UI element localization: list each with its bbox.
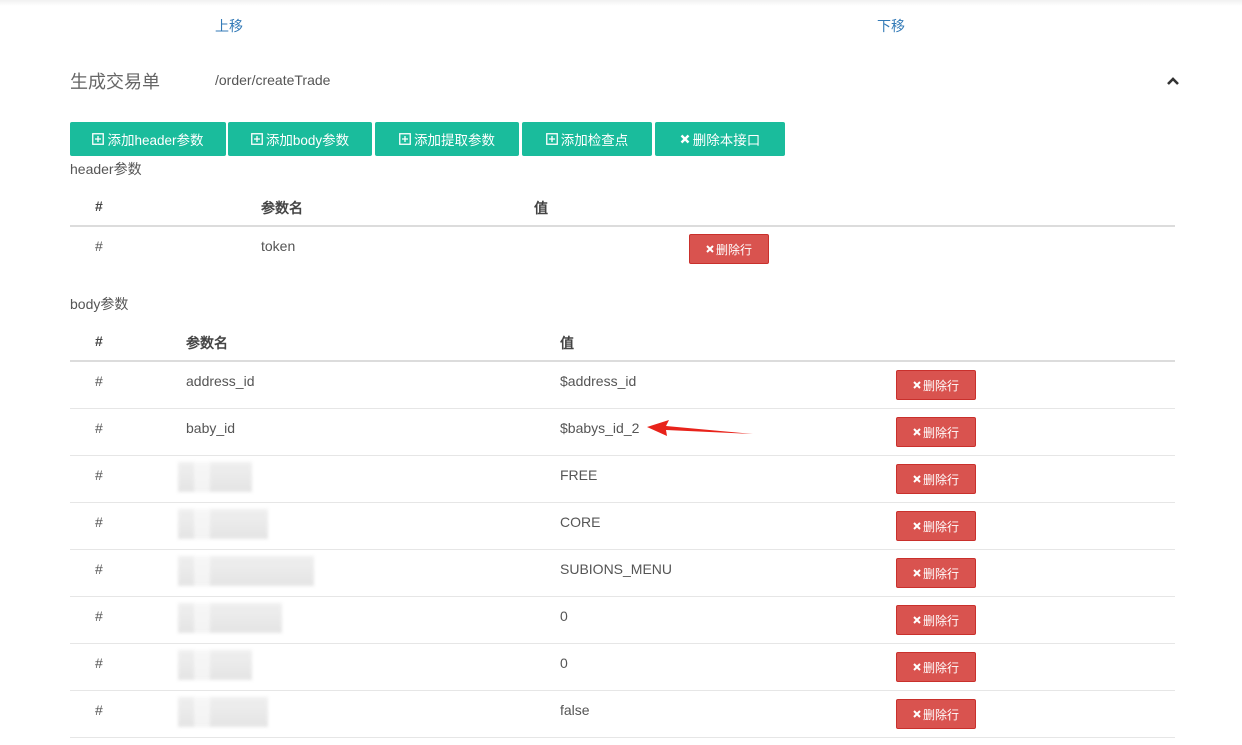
redacted-param-name xyxy=(178,650,252,680)
delete-row-label: 删除行 xyxy=(922,613,959,628)
row-index: # xyxy=(95,655,103,671)
add-extract-param-button[interactable]: 添加提取参数 xyxy=(375,122,519,156)
param-value: CORE xyxy=(560,514,601,530)
times-icon xyxy=(913,566,921,580)
add-checkpoint-button[interactable]: 添加检查点 xyxy=(522,122,652,156)
param-name: baby_id xyxy=(186,420,236,436)
row-index: # xyxy=(95,420,103,436)
add-extract-param-label: 添加提取参数 xyxy=(414,133,495,148)
delete-row-label: 删除行 xyxy=(922,707,959,722)
table-row: # 0 删除行 xyxy=(70,644,1175,691)
param-value: 0 xyxy=(560,655,568,671)
redacted-param-name xyxy=(178,556,314,586)
redacted-param-name xyxy=(178,462,252,492)
delete-row-label: 删除行 xyxy=(922,519,959,534)
body-table-head: # 参数名 值 xyxy=(70,324,1175,362)
header-params-label: header参数 xyxy=(70,161,142,177)
delete-row-label: 删除行 xyxy=(922,378,959,393)
delete-api-label: 删除本接口 xyxy=(692,133,761,148)
table-row: # false 删除行 xyxy=(70,691,1175,738)
times-icon xyxy=(913,519,921,533)
column-param-name: 参数名 xyxy=(261,200,303,216)
row-index: # xyxy=(95,561,103,577)
row-index: # xyxy=(95,702,103,718)
param-name: token xyxy=(261,238,296,254)
times-icon xyxy=(913,425,921,439)
delete-row-label: 删除行 xyxy=(922,472,959,487)
table-row: # baby_id $babys_id_2 删除行 xyxy=(70,409,1175,456)
add-body-param-label: 添加body参数 xyxy=(265,133,350,148)
move-up-link[interactable]: 上移 xyxy=(215,16,243,36)
delete-row-button[interactable]: 删除行 xyxy=(896,605,976,635)
column-value: 值 xyxy=(560,335,574,351)
times-icon xyxy=(680,134,690,144)
column-param-name: 参数名 xyxy=(186,335,228,351)
body-params-label: body参数 xyxy=(70,296,129,312)
table-row: # 0 删除行 xyxy=(70,597,1175,644)
delete-row-button[interactable]: 删除行 xyxy=(896,652,976,682)
times-icon xyxy=(913,378,921,392)
param-value: FREE xyxy=(560,467,598,483)
row-index: # xyxy=(95,373,103,389)
times-icon xyxy=(913,613,921,627)
times-icon xyxy=(913,472,921,486)
param-value: SUBIONS_MENU xyxy=(560,561,673,577)
times-icon xyxy=(913,707,921,721)
delete-row-button[interactable]: 删除行 xyxy=(896,511,976,541)
delete-row-label: 删除行 xyxy=(715,242,752,257)
table-row: # CORE 删除行 xyxy=(70,503,1175,550)
row-index: # xyxy=(95,238,103,254)
table-row: # FREE 删除行 xyxy=(70,456,1175,503)
api-name: 生成交易单 xyxy=(70,72,160,92)
redacted-param-name xyxy=(178,697,268,727)
param-value: $babys_id_2 xyxy=(560,420,640,436)
redacted-param-name xyxy=(178,603,282,633)
param-name: address_id xyxy=(186,373,255,389)
add-header-param-button[interactable]: 添加header参数 xyxy=(70,122,226,156)
times-icon xyxy=(913,660,921,674)
plus-square-icon xyxy=(545,133,558,145)
plus-square-icon xyxy=(92,133,105,145)
row-index: # xyxy=(95,467,103,483)
move-down-link[interactable]: 下移 xyxy=(877,16,905,36)
plus-square-icon xyxy=(250,133,263,145)
add-header-param-label: 添加header参数 xyxy=(107,133,204,148)
delete-row-button[interactable]: 删除行 xyxy=(896,558,976,588)
param-value: false xyxy=(560,702,590,718)
delete-row-label: 删除行 xyxy=(922,566,959,581)
delete-row-button[interactable]: 删除行 xyxy=(689,234,769,264)
delete-row-label: 删除行 xyxy=(922,425,959,440)
table-row: # token 删除行 xyxy=(70,227,1175,273)
delete-row-button[interactable]: 删除行 xyxy=(896,464,976,494)
plus-square-icon xyxy=(399,133,411,145)
row-index: # xyxy=(95,608,103,624)
row-index: # xyxy=(95,514,103,530)
times-icon xyxy=(706,242,714,256)
add-checkpoint-label: 添加检查点 xyxy=(560,133,629,148)
column-index: # xyxy=(95,333,103,349)
param-value: 0 xyxy=(560,608,568,624)
top-shadow xyxy=(0,0,1242,6)
delete-row-button[interactable]: 删除行 xyxy=(896,699,976,729)
chevron-up-icon[interactable] xyxy=(1165,74,1181,88)
param-value: $address_id xyxy=(560,373,637,389)
red-arrow-icon xyxy=(647,420,753,436)
column-index: # xyxy=(95,198,103,214)
add-body-param-button[interactable]: 添加body参数 xyxy=(228,122,372,156)
redacted-param-name xyxy=(178,509,268,539)
delete-api-button[interactable]: 删除本接口 xyxy=(655,122,785,156)
table-row: # address_id $address_id 删除行 xyxy=(70,362,1175,409)
table-row: # SUBIONS_MENU 删除行 xyxy=(70,550,1175,597)
delete-row-label: 删除行 xyxy=(922,660,959,675)
header-table-head: # 参数名 值 xyxy=(70,189,1175,227)
delete-row-button[interactable]: 删除行 xyxy=(896,417,976,447)
column-value: 值 xyxy=(534,200,548,216)
api-path: /order/createTrade xyxy=(215,72,331,88)
delete-row-button[interactable]: 删除行 xyxy=(896,370,976,400)
